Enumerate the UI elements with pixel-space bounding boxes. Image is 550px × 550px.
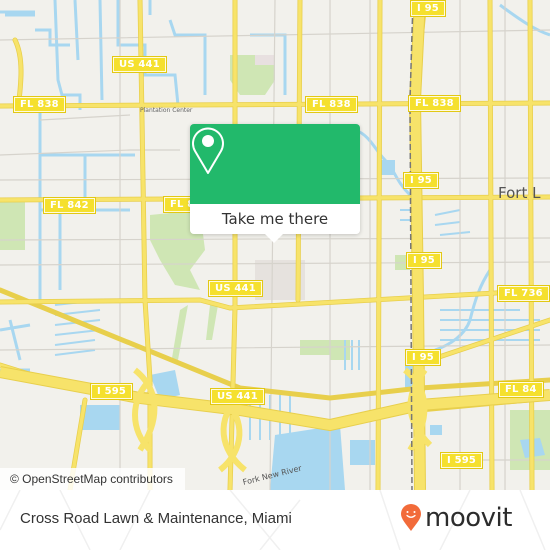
road-shield-fl736: FL 736	[497, 285, 550, 302]
location-pin-icon	[192, 127, 224, 174]
moovit-smiley-pin-icon	[401, 504, 421, 531]
road-shield-fl84: FL 84	[498, 381, 544, 398]
park-area	[206, 305, 218, 340]
road-shield-us441: US 441	[210, 388, 265, 405]
road-shield-fl838: FL 838	[408, 95, 461, 112]
road-shield-i595: I 595	[89, 383, 134, 400]
road-shield-fl838: FL 838	[305, 96, 358, 113]
lake	[270, 425, 345, 490]
lake	[350, 440, 375, 465]
map-canvas	[0, 0, 550, 490]
lake	[430, 425, 442, 435]
destination-popup[interactable]: Take me there	[190, 124, 360, 243]
place-title: Cross Road Lawn & Maintenance, Miami	[20, 510, 292, 527]
road-shield-fl842: FL 842	[43, 197, 96, 214]
road-shield-i595: I 595	[439, 452, 484, 469]
popup-header	[190, 124, 360, 204]
road-shield-fl838: FL 838	[13, 96, 66, 113]
road-shield-us441: US 441	[112, 56, 167, 73]
park-area	[172, 305, 188, 360]
park-area	[330, 340, 350, 360]
place-label: Plantation Center	[140, 107, 193, 114]
take-me-there-button[interactable]: Take me there	[190, 204, 360, 234]
road-shield-us441: US 441	[208, 280, 263, 297]
city-label: Fort L	[498, 184, 541, 202]
road-shield-i95: I 95	[406, 252, 442, 269]
moovit-logo[interactable]: moovit	[400, 503, 512, 533]
brand-name: moovit	[425, 503, 512, 533]
popup-tail	[265, 234, 283, 243]
building-area	[255, 55, 275, 65]
park-area	[0, 200, 25, 250]
road-shield-i95: I 95	[405, 349, 441, 366]
road-shield-i95: I 95	[403, 172, 439, 189]
map-attribution[interactable]: © OpenStreetMap contributors	[0, 468, 185, 490]
lake	[380, 160, 395, 175]
footer: Cross Road Lawn & Maintenance, Miami moo…	[0, 490, 550, 550]
map-view[interactable]: US 441 I 95 FL 838 FL 838 FL 838 FL 842 …	[0, 0, 550, 490]
road-shield-i95: I 95	[410, 0, 446, 17]
